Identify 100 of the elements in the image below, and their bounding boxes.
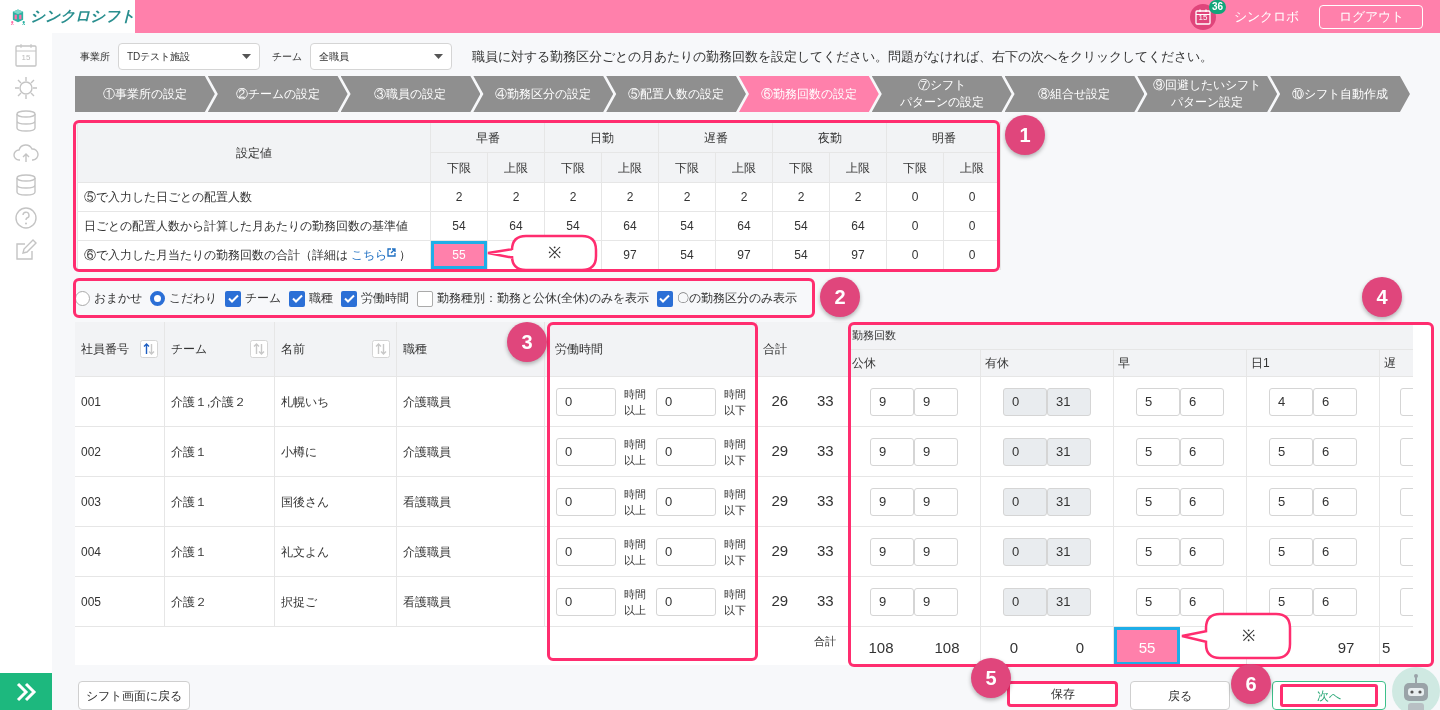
number-field[interactable]: 0	[556, 587, 616, 616]
field-label: 事業所	[80, 50, 110, 64]
table-cell: 54	[772, 211, 830, 241]
table-cell: 64	[715, 211, 773, 241]
field-label: チーム	[272, 50, 302, 64]
number-field[interactable]: 9	[914, 487, 958, 516]
total-value: 55	[1114, 627, 1180, 665]
select-field[interactable]: 全職員	[310, 43, 452, 70]
return-button[interactable]: 戻る	[1130, 681, 1230, 710]
column-header: 上限	[829, 152, 887, 183]
table-cell: 0	[943, 211, 1001, 241]
number-field[interactable]: 9	[870, 537, 914, 566]
number-field[interactable]: 9	[914, 537, 958, 566]
number-field[interactable]: 6	[1313, 587, 1357, 616]
number-field[interactable]: 6	[1180, 437, 1224, 466]
number-field[interactable]: 9	[914, 587, 958, 616]
column-header: 下限	[430, 152, 488, 183]
table-cell-text: 看護職員	[403, 493, 451, 511]
number-field[interactable]: 0	[556, 437, 616, 466]
number-badge: 6	[1231, 664, 1271, 704]
number-field[interactable]: 9	[870, 487, 914, 516]
column-header: 上限	[715, 152, 773, 183]
total-value: 33	[816, 491, 834, 512]
table-cell-text: 介護１	[171, 493, 207, 511]
total-value: 5	[1381, 637, 1392, 658]
table-cell-text: 介護１	[171, 543, 207, 561]
number-field[interactable]: 6	[1313, 537, 1357, 566]
total-value: 0	[1008, 637, 1020, 658]
total-value: 97	[1336, 637, 1356, 658]
total-value: 33	[816, 541, 834, 562]
number-field[interactable]: 5	[1136, 587, 1180, 616]
table-cell: 2	[829, 182, 887, 212]
column-header: 下限	[658, 152, 716, 183]
total-value: 33	[816, 591, 834, 612]
number-field[interactable]: 5	[1136, 537, 1180, 566]
number-badge: 4	[1362, 277, 1402, 317]
number-field[interactable]: 0	[556, 487, 616, 516]
number-field[interactable]: 5	[1269, 537, 1313, 566]
table-cell: 64	[601, 211, 659, 241]
table-cell: 2	[544, 182, 602, 212]
table-cell-text: 介護１	[171, 443, 207, 461]
number-field[interactable]: 6	[1313, 437, 1357, 466]
table-cell-text: 介護職員	[403, 393, 451, 411]
option-label: おまかせ	[94, 290, 142, 306]
column-header: 日勤	[544, 122, 659, 153]
table-cell: 2	[601, 182, 659, 212]
number-field[interactable]: 9	[870, 437, 914, 466]
table-cell-text: 看護職員	[403, 593, 451, 611]
number-field[interactable]: 0	[656, 587, 716, 616]
number-field[interactable]: 6	[1180, 537, 1224, 566]
number-field[interactable]: 5	[1136, 387, 1180, 416]
column-header: 下限	[772, 152, 830, 183]
number-field[interactable]: 6	[1313, 387, 1357, 416]
total-value: 29	[771, 541, 789, 562]
number-field[interactable]: 5	[1269, 587, 1313, 616]
option-label: 勤務種別：勤務と公休(全休)のみを表示	[437, 290, 649, 306]
number-field[interactable]: 0	[656, 537, 716, 566]
number-field[interactable]: 9	[870, 387, 914, 416]
table-cell-text: 003	[81, 493, 102, 511]
number-field[interactable]: 5	[1269, 437, 1313, 466]
column-header: 公休	[852, 355, 876, 372]
number-field[interactable]: 5	[1136, 487, 1180, 516]
unit-label: 時間 以上	[624, 586, 647, 618]
number-field[interactable]: 5	[1136, 437, 1180, 466]
table-cell-text: 択捉ご	[281, 593, 317, 611]
number-field[interactable]: 0	[556, 387, 616, 416]
table-cell-text: 004	[81, 543, 102, 561]
number-field[interactable]: 4	[1269, 387, 1313, 416]
number-badge: 2	[820, 277, 860, 317]
back-button[interactable]: シフト画面に戻る	[78, 681, 190, 710]
number-field[interactable]: 0	[656, 387, 716, 416]
option-label: 労働時間	[361, 290, 409, 306]
unit-label: 時間 以上	[624, 386, 647, 418]
table-cell-text: 介護２	[171, 593, 207, 611]
number-field[interactable]: 0	[656, 487, 716, 516]
number-field[interactable]: 6	[1180, 487, 1224, 516]
select-field[interactable]: TDテスト施設	[118, 43, 260, 70]
number-field[interactable]: 6	[1313, 487, 1357, 516]
number-field[interactable]: 0	[656, 437, 716, 466]
column-header: 労働時間	[555, 341, 603, 358]
column-header: チーム	[171, 341, 207, 358]
option-label: 〇の勤務区分のみ表示	[676, 290, 797, 306]
unit-label: 時間 以下	[724, 386, 747, 418]
number-field[interactable]: 9	[870, 587, 914, 616]
table-cell-text: 礼文よん	[281, 543, 329, 561]
table-cell: 2	[487, 182, 545, 212]
number-field[interactable]: 0	[556, 537, 616, 566]
column-header: 日1	[1251, 355, 1270, 372]
table-cell-text: 002	[81, 443, 102, 461]
number-field[interactable]: 9	[914, 437, 958, 466]
save-button[interactable]: 保存	[1007, 681, 1118, 707]
number-field[interactable]: 6	[1180, 587, 1224, 616]
details-link[interactable]: こちら	[351, 248, 387, 262]
number-field[interactable]: 5	[1269, 487, 1313, 516]
callout: ※	[486, 234, 598, 272]
number-field[interactable]: 6	[1180, 387, 1224, 416]
column-header: 早	[1118, 355, 1130, 372]
unit-label: 時間 以上	[624, 486, 647, 518]
number-field[interactable]: 9	[914, 387, 958, 416]
option-label: チーム	[245, 290, 281, 306]
